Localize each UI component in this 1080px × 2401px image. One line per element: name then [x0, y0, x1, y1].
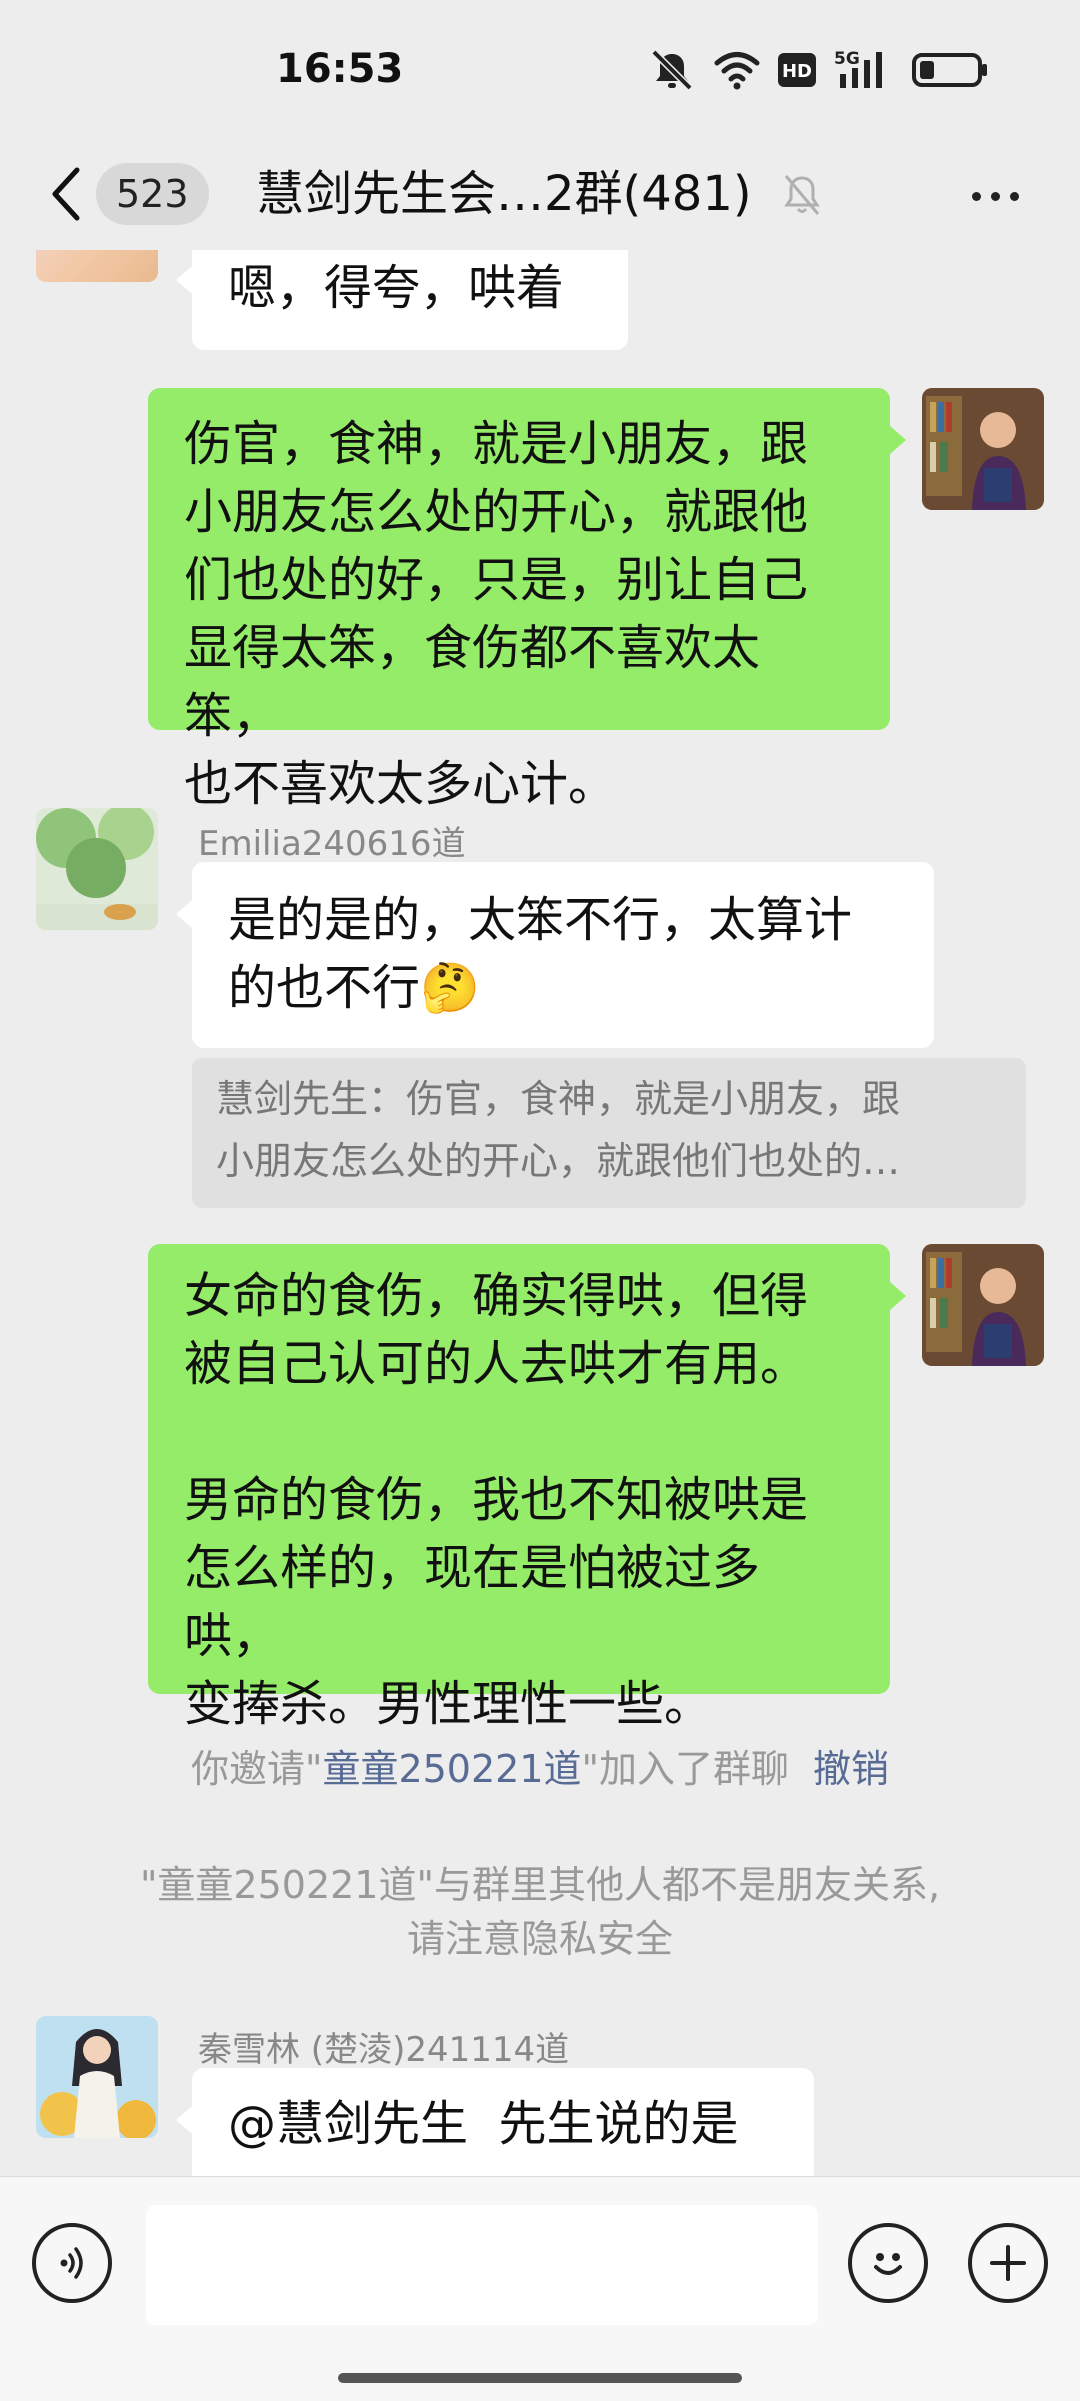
quote-line: 慧剑先生：伤官，食神，就是小朋友，跟 [216, 1077, 901, 1121]
more-options-button[interactable] [960, 166, 1030, 226]
unread-count-badge[interactable]: 523 [96, 163, 209, 225]
chat-title[interactable]: 慧剑先生会…2群(481) [256, 156, 752, 232]
invite-prefix: 你邀请" [190, 1747, 323, 1791]
smiley-icon [874, 2253, 902, 2275]
home-indicator[interactable] [338, 2373, 742, 2383]
more-dot-icon [1009, 191, 1019, 201]
sender-name: Emilia240616道 [198, 824, 466, 864]
avatar[interactable] [36, 808, 158, 930]
invitee-name-link[interactable]: 童童250221道 [322, 1747, 581, 1791]
more-actions-button[interactable] [968, 2223, 1048, 2303]
voice-input-button[interactable] [32, 2223, 112, 2303]
avatar[interactable] [36, 250, 158, 282]
avatar[interactable] [922, 1244, 1044, 1366]
hd-icon: HD [778, 53, 816, 87]
chat-header: 523 慧剑先生会…2群(481) [0, 140, 1080, 250]
message-list[interactable]: 嗯，得夸，哄着 伤官，食神，就是小朋友，跟 小朋友怎么处的开心，就跟他 们也处的… [0, 250, 1080, 2176]
quote-line: 小朋友怎么处的开心，就跟他们也处的… [216, 1139, 901, 1183]
svg-text:5G: 5G [834, 49, 860, 69]
back-button[interactable] [40, 164, 90, 224]
system-invite-notice: 你邀请"童童250221道"加入了群聊 撤销 [0, 1742, 1080, 1796]
sender-name: 秦雪林 (楚淩)241114道 [198, 2030, 570, 2070]
status-icons: HD 5G [648, 46, 988, 94]
revoke-link[interactable]: 撤销 [813, 1747, 889, 1791]
message-bubble[interactable]: 是的是的，太笨不行，太算计 的也不行🤔 [176, 862, 934, 1048]
5g-signal-icon: 5G [834, 48, 894, 92]
message-bubble[interactable]: 女命的食伤，确实得哄，但得 被自己认可的人去哄才有用。 男命的食伤，我也不知被哄… [148, 1244, 906, 1732]
avatar[interactable] [922, 388, 1044, 510]
svg-text:HD: HD [782, 61, 812, 82]
message-input[interactable] [146, 2205, 818, 2325]
plus-icon [990, 2245, 1026, 2281]
status-time: 16:53 [276, 46, 404, 92]
battery-icon [912, 52, 988, 88]
message-bubble[interactable]: 伤官，食神，就是小朋友，跟 小朋友怎么处的开心，就跟他 们也处的好，只是，别让自… [148, 388, 906, 812]
message-bubble[interactable]: 嗯，得夸，哄着 [176, 250, 628, 350]
privacy-notice-line-1: "童童250221道"与群里其他人都不是朋友关系, [139, 1863, 941, 1907]
status-bar: 16:53 HD 5G [0, 0, 1080, 140]
wifi-icon [714, 50, 760, 90]
quoted-message[interactable]: 慧剑先生：伤官，食神，就是小朋友，跟 小朋友怎么处的开心，就跟他们也处的… [192, 1058, 1026, 1208]
input-bar [0, 2176, 1080, 2401]
more-dot-icon [971, 191, 981, 201]
more-dot-icon [990, 191, 1000, 201]
emoji-button[interactable] [848, 2223, 928, 2303]
privacy-notice-line-2: 请注意隐私安全 [406, 1917, 673, 1961]
chevron-left-icon [52, 167, 80, 221]
message-bubble[interactable]: @慧剑先生 先生说的是 [176, 2068, 814, 2176]
invite-suffix: "加入了群聊 [581, 1747, 789, 1791]
voice-icon [60, 2247, 83, 2279]
mute-icon [648, 48, 696, 92]
muted-bell-icon [780, 172, 824, 222]
avatar[interactable] [36, 2016, 158, 2138]
